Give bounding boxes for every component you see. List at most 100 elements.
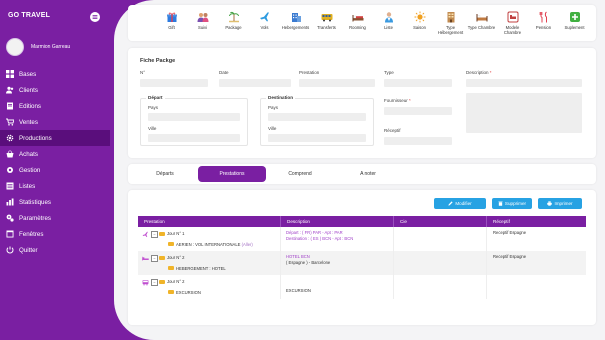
cie-cell [393, 275, 487, 299]
main-content: Gift Suivi Package Vols Hebergements Tra… [114, 0, 605, 340]
prestation-field[interactable] [299, 79, 375, 87]
toolbar-gift[interactable]: Gift [156, 5, 187, 41]
people-icon [197, 11, 209, 23]
table-row[interactable]: − Jour N° 2 EXCURSION EXCURSION [138, 275, 586, 299]
collapse-toggle[interactable]: − [151, 255, 158, 262]
users-icon [6, 86, 14, 94]
toolbar-type-chambre[interactable]: Type Chambre [466, 5, 497, 41]
modifier-button[interactable]: Modifier [434, 198, 486, 209]
service-label: HEBERGEMENT : HOTEL [176, 266, 226, 271]
collapse-toggle[interactable]: − [151, 279, 158, 286]
date-field[interactable] [219, 79, 291, 87]
col-cie[interactable]: Cie [393, 216, 487, 227]
sidebar-item-label: Paramètres [19, 214, 51, 222]
depart-pays-label: Pays [148, 105, 159, 110]
toolbar-liste[interactable]: Liste [373, 5, 404, 41]
toolbar-suplement[interactable]: Suplement [559, 5, 590, 41]
plane-icon [259, 11, 271, 23]
tab-a-noter[interactable]: A noter [334, 166, 402, 182]
toolbar: Gift Suivi Package Vols Hebergements Tra… [128, 5, 596, 41]
cie-cell [393, 251, 487, 275]
sidebar-item-statistiques[interactable]: Statistiques [0, 194, 110, 210]
date-label: Date [219, 70, 229, 75]
toolbar-vols[interactable]: Vols [249, 5, 280, 41]
menu-toggle-button[interactable] [90, 12, 100, 22]
settings-icon [6, 214, 14, 222]
service-direction: (Aller) [241, 242, 253, 247]
sidebar-item-fenetres[interactable]: Fenêtres [0, 226, 110, 242]
tab-comprend[interactable]: Comprend [266, 166, 334, 182]
destination-ville-field[interactable] [268, 134, 366, 142]
depart-ville-field[interactable] [148, 134, 240, 142]
sidebar-item-clients[interactable]: Clients [0, 82, 110, 98]
toolbar-label: Modele Chambre [503, 25, 522, 35]
toolbar-label: Suplement [564, 25, 585, 30]
depart-pays-field[interactable] [148, 113, 240, 121]
user-profile[interactable]: Marmion Garreau [6, 38, 70, 56]
depart-title: Départ [146, 95, 165, 100]
destination-pays-field[interactable] [268, 113, 366, 121]
toolbar-package[interactable]: Package [218, 5, 249, 41]
doctor-icon [383, 11, 395, 23]
required-star: * [489, 70, 492, 75]
toolbar-transferts[interactable]: Transferts [311, 5, 342, 41]
tab-departs[interactable]: Départs [132, 166, 198, 182]
imprimer-button[interactable]: Imprimer [538, 198, 582, 209]
table-row[interactable]: − Jour N° 1 AERIEN : VOL INTERNATIONALE … [138, 227, 586, 251]
description-top-field[interactable] [466, 79, 582, 87]
folder-icon [159, 232, 165, 236]
destination-title: Destination [266, 95, 296, 100]
fournisseur-label-text: Fournisseur [384, 98, 408, 103]
sidebar-item-editions[interactable]: Editions [0, 98, 110, 114]
col-prestation[interactable]: Prestation [138, 216, 281, 227]
fournisseur-field[interactable] [384, 107, 452, 115]
table-row[interactable]: − Jour N° 2 HEBERGEMENT : HOTEL HOTEL BC… [138, 251, 586, 275]
sidebar-item-gestion[interactable]: Gestion [0, 162, 110, 178]
sidebar-item-achats[interactable]: Achats [0, 146, 110, 162]
supprimer-button[interactable]: Supprimer [492, 198, 532, 209]
bed-icon [142, 255, 149, 262]
description-field[interactable] [466, 93, 582, 133]
sidebar-item-ventes[interactable]: Ventes [0, 114, 110, 130]
required-star: * [409, 98, 411, 103]
num-field[interactable] [140, 79, 208, 87]
cart-icon [6, 118, 14, 126]
sidebar-item-quitter[interactable]: Quitter [0, 242, 110, 258]
sidebar-item-label: Achats [19, 150, 38, 158]
toolbar-pension[interactable]: Pension [528, 5, 559, 41]
toolbar-suivi[interactable]: Suivi [187, 5, 218, 41]
sidebar-item-label: Statistiques [19, 198, 51, 206]
type-field[interactable] [384, 79, 452, 87]
toolbar-label: Pension [535, 25, 552, 30]
sidebar-item-label: Quitter [19, 246, 38, 254]
hotel-type-icon [445, 11, 457, 23]
cie-cell [393, 227, 487, 251]
destination-ville-label: Ville [268, 126, 277, 131]
sidebar-item-productions[interactable]: Productions [0, 130, 110, 146]
sidebar-item-parametres[interactable]: Paramètres [0, 210, 110, 226]
exit-icon [6, 246, 14, 254]
collapse-toggle[interactable]: − [151, 231, 158, 238]
col-receptif[interactable]: Réceptif [486, 216, 586, 227]
toolbar-modele-chambre[interactable]: Modele Chambre [497, 5, 528, 41]
toolbar-saison[interactable]: Saison [404, 5, 435, 41]
jour-label: Jour N° 2 [167, 255, 185, 260]
toolbar-type-hebergement[interactable]: Type Hébergement [435, 5, 466, 41]
edit-icon [448, 201, 453, 206]
sun-icon [414, 11, 426, 23]
toolbar-label: Vols [260, 25, 269, 30]
tab-prestations[interactable]: Prestations [198, 166, 266, 182]
receptif-field[interactable] [384, 137, 452, 145]
supprimer-label: Supprimer [504, 201, 527, 206]
col-description[interactable]: Description [280, 216, 394, 227]
grid-icon [6, 70, 14, 78]
toolbar-label: Type Chambre [467, 25, 496, 30]
sidebar-item-bases[interactable]: Bases [0, 66, 110, 82]
hamburger-icon [92, 15, 98, 19]
description-label-text: Description [466, 70, 489, 75]
toolbar-rooming[interactable]: Rooming [342, 5, 373, 41]
sidebar-item-listes[interactable]: Listes [0, 178, 110, 194]
service-label: EXCURSION [176, 290, 201, 295]
toolbar-hebergements[interactable]: Hebergements [280, 5, 311, 41]
prestation-label: Prestation [299, 70, 320, 75]
